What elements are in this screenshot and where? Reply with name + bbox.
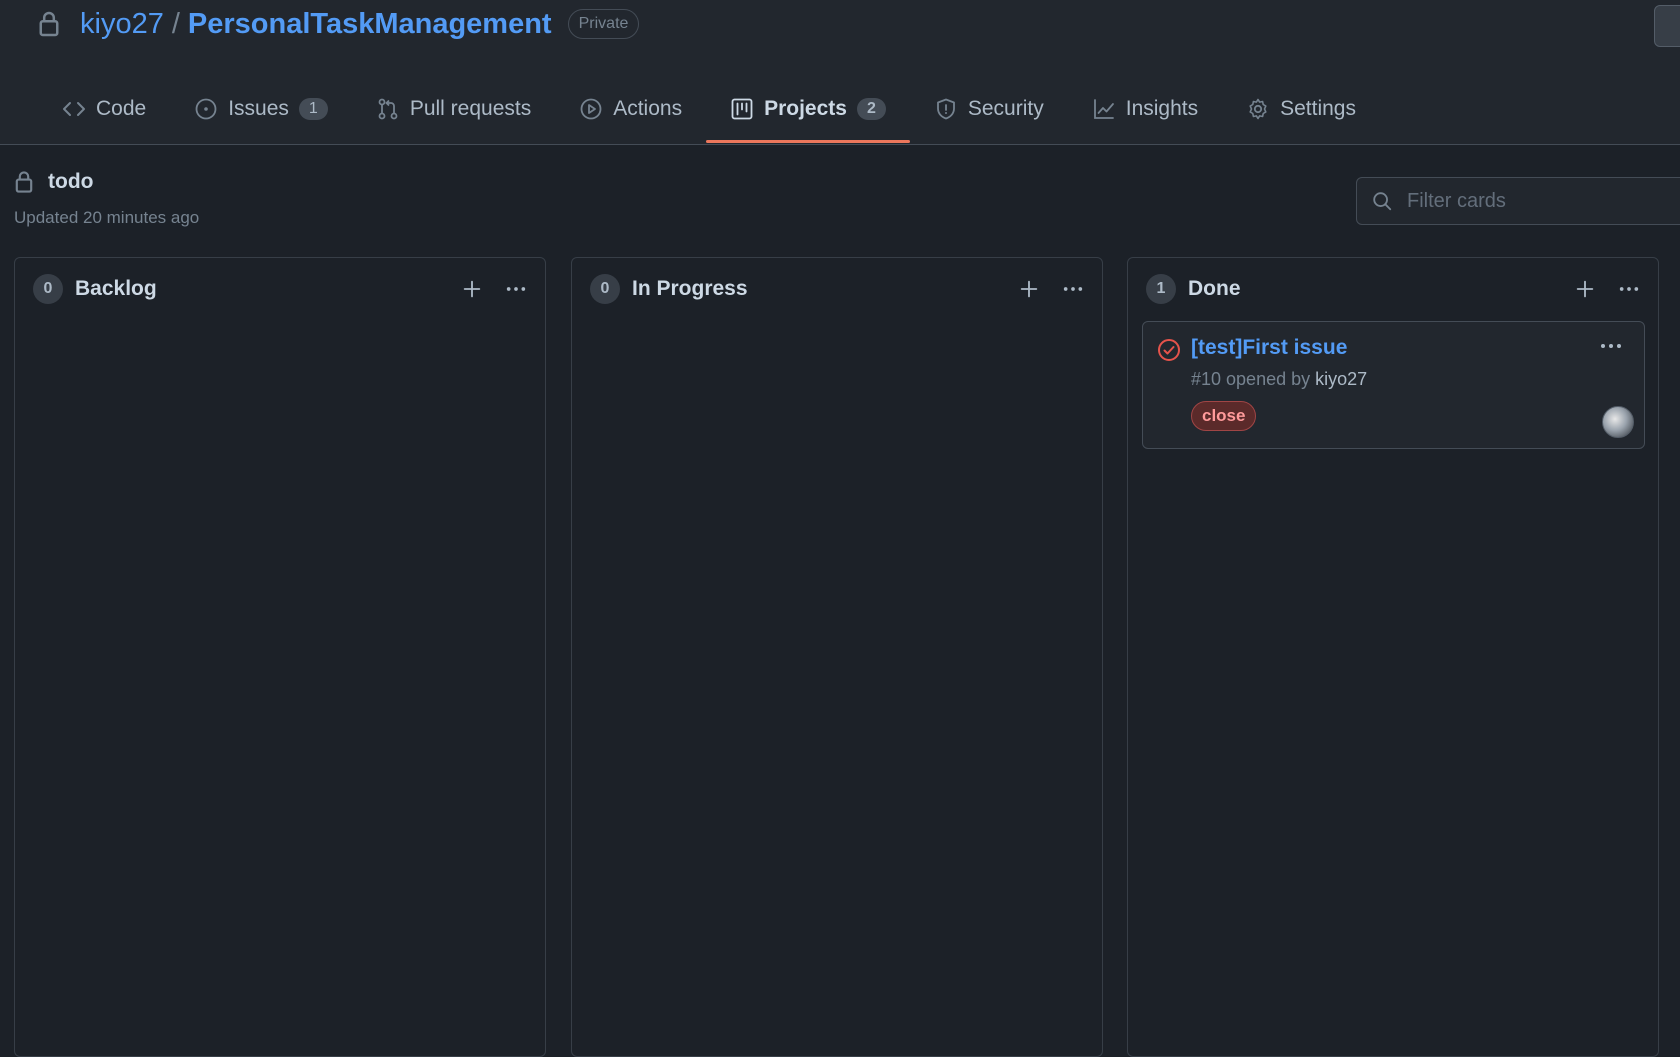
tab-issues[interactable]: Issues 1 xyxy=(170,84,352,134)
column-header: 1 Done xyxy=(1146,273,1644,305)
column-backlog: 0 Backlog xyxy=(14,257,546,1057)
kebab-horizontal-icon xyxy=(506,287,526,291)
issues-count-badge: 1 xyxy=(298,98,328,120)
filter-cards[interactable] xyxy=(1356,177,1680,225)
code-icon xyxy=(63,102,85,116)
tab-label: Security xyxy=(967,97,1044,120)
issue-meta-prefix: #10 opened by xyxy=(1191,369,1311,389)
add-card-button[interactable] xyxy=(1014,274,1044,304)
column-header: 0 Backlog xyxy=(33,273,531,305)
shield-icon xyxy=(936,98,955,120)
tab-label: Code xyxy=(96,97,147,120)
repo-owner-link[interactable]: kiyo27 xyxy=(80,8,164,41)
project-header: todo Updated 20 minutes ago xyxy=(14,170,199,228)
repo-header: kiyo27 / PersonalTaskManagement Private … xyxy=(0,0,1680,145)
repo-separator: / xyxy=(171,7,180,40)
tab-pull-requests[interactable]: Pull requests xyxy=(352,84,555,134)
tab-label: Projects xyxy=(764,97,847,120)
plus-icon xyxy=(1020,280,1038,298)
tab-label: Actions xyxy=(613,97,683,120)
tab-actions[interactable]: Actions xyxy=(555,84,706,134)
column-title: Done xyxy=(1188,277,1241,300)
kebab-horizontal-icon xyxy=(1619,287,1639,291)
issue-title-link[interactable]: [test]First issue xyxy=(1191,336,1347,360)
filter-cards-input[interactable] xyxy=(1407,189,1647,213)
tab-insights[interactable]: Insights xyxy=(1068,84,1222,134)
projects-count-badge: 2 xyxy=(856,98,886,120)
column-in-progress: 0 In Progress xyxy=(571,257,1103,1057)
project-icon xyxy=(731,98,753,120)
tab-settings[interactable]: Settings xyxy=(1222,84,1380,134)
project-name: todo xyxy=(48,170,94,193)
column-done: 1 Done [test]First issue #10 opened by k… xyxy=(1127,257,1659,1057)
column-card-count: 0 xyxy=(33,274,63,304)
repo-title: kiyo27 / PersonalTaskManagement Private xyxy=(38,6,640,42)
header-action-button[interactable] xyxy=(1654,5,1680,47)
column-title: Backlog xyxy=(75,277,157,300)
tab-label: Pull requests xyxy=(409,97,532,120)
repo-nav: Code Issues 1 Pull requests Actions Proj… xyxy=(38,84,1380,144)
lock-icon xyxy=(15,171,33,193)
add-card-button[interactable] xyxy=(1570,274,1600,304)
issue-closed-icon xyxy=(1158,339,1180,361)
tab-label: Insights xyxy=(1125,97,1199,120)
avatar[interactable] xyxy=(1602,406,1634,438)
column-card-count: 1 xyxy=(1146,274,1176,304)
tab-label: Settings xyxy=(1280,97,1356,120)
plus-icon xyxy=(1576,280,1594,298)
repo-name-link[interactable]: PersonalTaskManagement xyxy=(188,8,552,41)
gear-icon xyxy=(1249,98,1267,120)
column-menu-button[interactable] xyxy=(501,274,531,304)
issue-card[interactable]: [test]First issue #10 opened by kiyo27 c… xyxy=(1142,321,1645,449)
column-menu-button[interactable] xyxy=(1614,274,1644,304)
project-title: todo xyxy=(14,170,199,194)
column-card-count: 0 xyxy=(590,274,620,304)
column-menu-button[interactable] xyxy=(1058,274,1088,304)
git-pull-request-icon xyxy=(378,98,398,120)
kebab-horizontal-icon xyxy=(1063,287,1083,291)
kebab-horizontal-icon[interactable] xyxy=(1596,334,1626,358)
tab-label: Issues xyxy=(228,97,289,120)
column-header: 0 In Progress xyxy=(590,273,1088,305)
tab-projects[interactable]: Projects 2 xyxy=(706,84,910,143)
project-updated: Updated 20 minutes ago xyxy=(14,208,200,227)
plus-icon xyxy=(463,280,481,298)
column-title: In Progress xyxy=(632,277,748,300)
issue-author-link[interactable]: kiyo27 xyxy=(1315,369,1367,389)
issue-meta: #10 opened by kiyo27 xyxy=(1191,369,1367,390)
lock-icon xyxy=(39,11,59,37)
issue-label[interactable]: close xyxy=(1191,401,1257,431)
tab-code[interactable]: Code xyxy=(38,84,170,134)
play-icon xyxy=(580,98,602,120)
add-card-button[interactable] xyxy=(457,274,487,304)
issue-opened-icon xyxy=(195,98,217,120)
graph-icon xyxy=(1093,99,1114,119)
visibility-badge: Private xyxy=(567,9,640,39)
search-icon xyxy=(1373,192,1392,211)
tab-security[interactable]: Security xyxy=(910,84,1068,134)
